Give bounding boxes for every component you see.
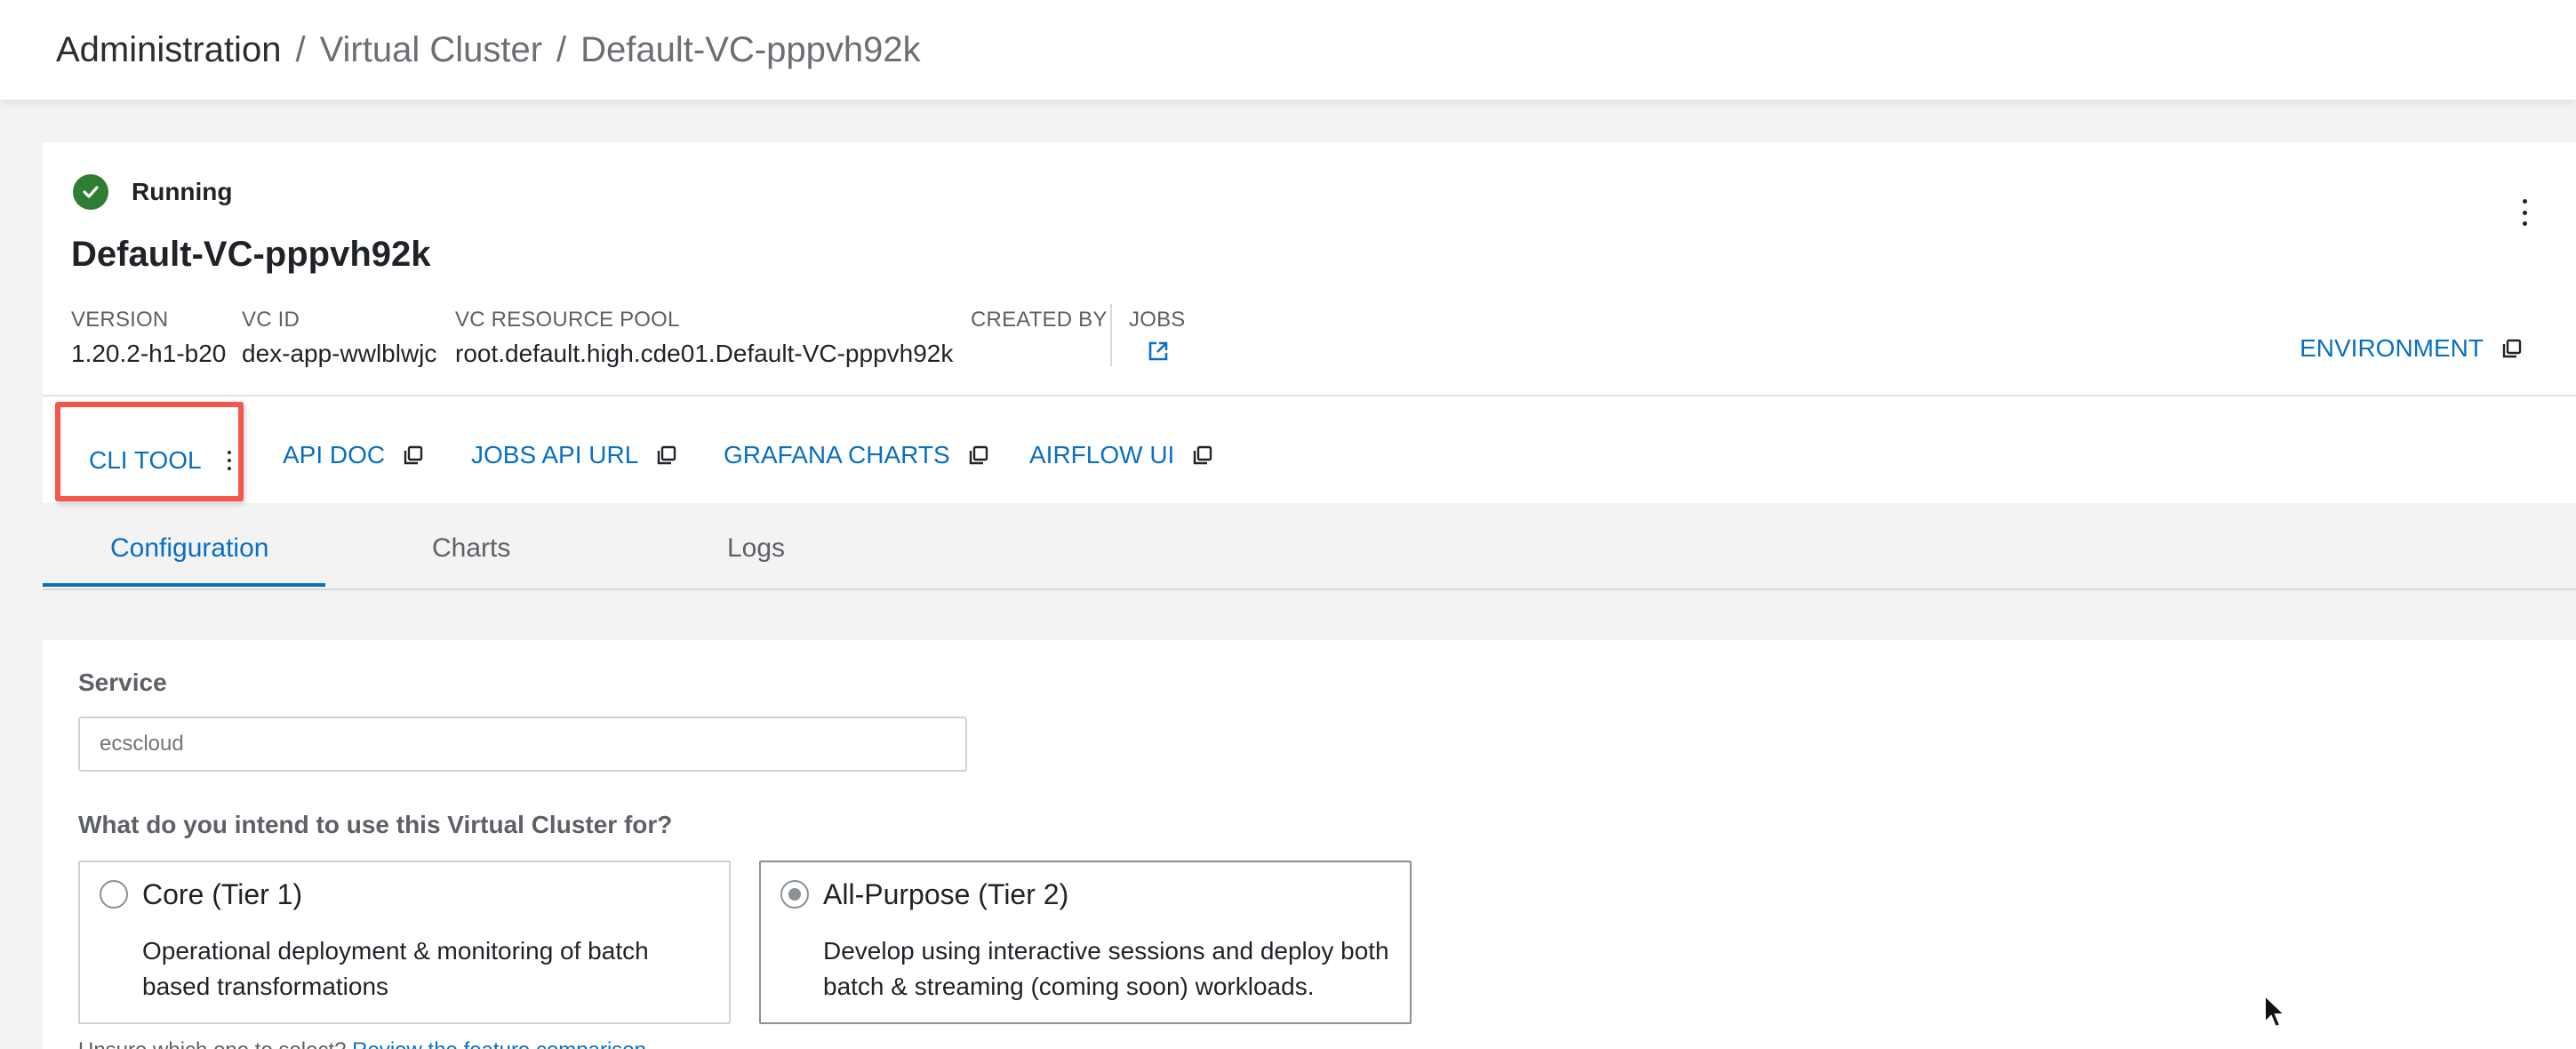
more-options-icon[interactable] — [225, 451, 234, 470]
breadcrumb-separator: / — [295, 29, 306, 69]
copy-icon[interactable] — [403, 444, 424, 466]
meta-vc-id: VC ID dex-app-wwlblwjc — [242, 308, 436, 368]
copy-icon[interactable] — [968, 444, 989, 466]
meta-version: VERSION 1.20.2-h1-b20 — [71, 308, 226, 368]
feature-comparison-hint: Unsure which one to select? Review the f… — [78, 1038, 646, 1049]
meta-vc-id-label: VC ID — [242, 308, 300, 332]
service-input[interactable] — [78, 717, 967, 772]
usage-question: What do you intend to use this Virtual C… — [78, 811, 673, 838]
breadcrumb: Administration / Virtual Cluster / Defau… — [0, 0, 2576, 100]
tier-description: Develop using interactive sessions and d… — [823, 937, 1389, 1000]
cli-tool-label: CLI TOOL — [89, 446, 202, 474]
meta-resource-pool: VC RESOURCE POOL root.default.high.cde01… — [455, 308, 953, 368]
tab-charts[interactable]: Charts — [432, 533, 510, 564]
meta-created-by: CREATED BY — [971, 308, 1108, 340]
breadcrumb-administration[interactable]: Administration — [56, 30, 281, 70]
jobs-api-url-link[interactable]: JOBS API URL — [471, 441, 677, 469]
environment-label: ENVIRONMENT — [2300, 334, 2484, 362]
airflow-ui-label: AIRFLOW UI — [1029, 441, 1175, 468]
tier-option-all-purpose[interactable]: All-Purpose (Tier 2) Develop using inter… — [759, 861, 1412, 1024]
check-circle-icon — [73, 174, 108, 210]
tier-title: All-Purpose (Tier 2) — [823, 878, 1069, 910]
tab-logs[interactable]: Logs — [727, 533, 785, 564]
meta-jobs-label: JOBS — [1129, 308, 1186, 332]
cli-tool-button[interactable]: CLI TOOL — [55, 402, 244, 501]
breadcrumb-current-vc: Default-VC-pppvh92k — [580, 29, 921, 69]
meta-resource-pool-label: VC RESOURCE POOL — [455, 308, 680, 332]
page-title: Default-VC-pppvh92k — [71, 235, 431, 274]
copy-icon[interactable] — [1192, 444, 1213, 466]
jobs-api-url-label: JOBS API URL — [471, 441, 639, 468]
configuration-panel: Service What do you intend to use this V… — [43, 640, 2576, 1049]
breadcrumb-virtual-cluster[interactable]: Virtual Cluster — [320, 30, 542, 70]
environment-link[interactable]: ENVIRONMENT — [2300, 334, 2523, 363]
mouse-cursor-icon — [2264, 994, 2287, 1029]
status-indicator: Running — [73, 174, 233, 210]
tier-title: Core (Tier 1) — [142, 878, 303, 910]
tab-bar: Configuration Charts Logs — [43, 503, 2576, 589]
grafana-charts-link[interactable]: GRAFANA CHARTS — [724, 441, 989, 469]
external-link-icon[interactable] — [1129, 340, 1185, 369]
more-options-icon[interactable] — [2517, 199, 2532, 226]
grafana-charts-label: GRAFANA CHARTS — [724, 441, 950, 468]
copy-icon[interactable] — [2501, 338, 2523, 359]
radio-button[interactable] — [780, 880, 809, 909]
tabs-divider — [43, 589, 2576, 590]
meta-divider — [1110, 304, 1112, 366]
tab-configuration[interactable]: Configuration — [110, 533, 268, 564]
radio-button[interactable] — [100, 880, 128, 909]
meta-vc-id-value: dex-app-wwlblwjc — [242, 340, 437, 367]
api-doc-link[interactable]: API DOC — [283, 441, 424, 469]
active-tab-indicator — [43, 583, 325, 587]
service-label: Service — [78, 669, 167, 696]
status-label: Running — [132, 178, 233, 205]
tier-option-core[interactable]: Core (Tier 1) Operational deployment & m… — [78, 861, 731, 1024]
tier-description: Operational deployment & monitoring of b… — [142, 937, 649, 1000]
airflow-ui-link[interactable]: AIRFLOW UI — [1029, 441, 1213, 469]
hint-text: Unsure which one to select? — [78, 1038, 347, 1049]
meta-resource-pool-value: root.default.high.cde01.Default-VC-pppvh… — [455, 340, 954, 367]
meta-version-value: 1.20.2-h1-b20 — [71, 340, 227, 367]
api-doc-label: API DOC — [283, 441, 386, 468]
meta-version-label: VERSION — [71, 308, 169, 332]
vc-links-row: API DOC JOBS API URL GRAFANA CHARTS AIRF… — [43, 396, 2576, 503]
breadcrumb-separator: / — [556, 29, 567, 69]
meta-created-by-label: CREATED BY — [971, 308, 1108, 332]
copy-icon[interactable] — [656, 444, 677, 466]
feature-comparison-link[interactable]: Review the feature comparison — [352, 1038, 646, 1049]
meta-jobs: JOBS — [1129, 308, 1185, 369]
